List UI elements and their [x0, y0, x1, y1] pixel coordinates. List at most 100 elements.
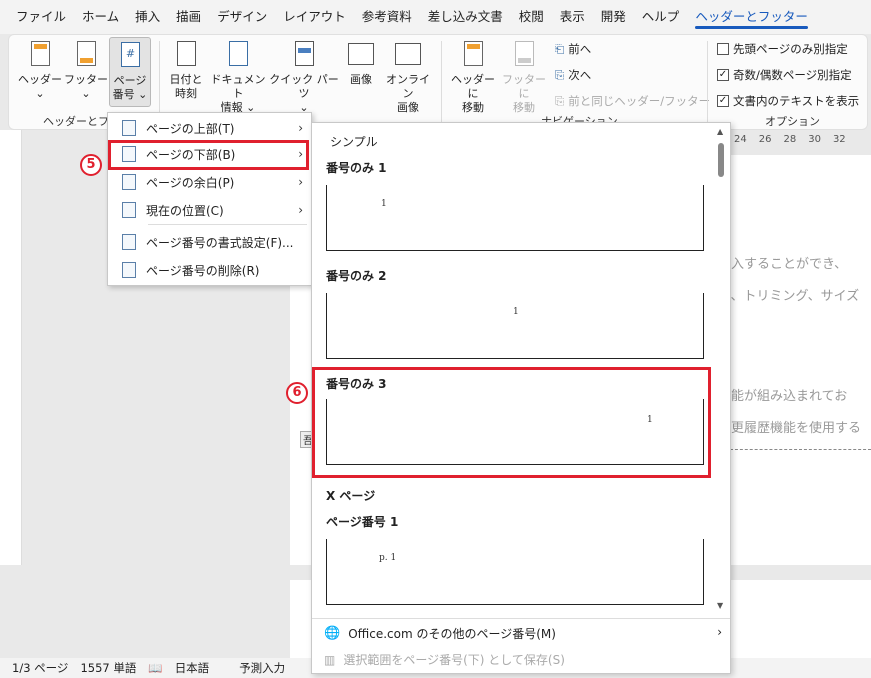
sample-number: 1: [381, 199, 387, 209]
goto-header-label-2: 移動: [462, 101, 484, 114]
doc-line: り、トリミング、サイズ: [718, 289, 860, 304]
goto-footer-icon: [509, 39, 539, 69]
goto-header-button[interactable]: ヘッダーに 移動: [447, 39, 499, 115]
menu-tab[interactable]: 参考資料: [354, 0, 420, 34]
chevron-right-icon: ›: [298, 203, 303, 217]
page-number-icon: #: [115, 40, 145, 70]
checkbox-show-text[interactable]: ✓: [717, 95, 729, 107]
menu-tab[interactable]: 差し込み文書: [420, 0, 511, 34]
page-icon: [122, 120, 136, 136]
date-time-button[interactable]: 日付と 時刻: [165, 39, 207, 101]
ruler-number: 24: [734, 134, 747, 145]
online-image-icon: [393, 39, 423, 69]
link-prev-label: 前と同じヘッダー/フッター: [568, 94, 711, 108]
menu-tab[interactable]: レイアウト: [275, 0, 354, 34]
save-selection-item[interactable]: ▥ 選択範囲をページ番号(下) として保存(S): [324, 651, 565, 668]
gallery-scrollbar[interactable]: ▲ ▼: [713, 123, 730, 615]
goto-header-icon: [458, 39, 488, 69]
option-show-text[interactable]: ✓ 文書内のテキストを表示: [717, 93, 859, 109]
document-info-button[interactable]: ドキュメント 情報 ⌄: [207, 39, 269, 115]
chevron-right-icon: ›: [298, 175, 303, 189]
header-label: ヘッダー: [18, 73, 62, 86]
book-icon: 📖: [148, 661, 163, 675]
menu-item-label: ページの余白(P): [146, 175, 235, 190]
status-predict[interactable]: 予測入力: [239, 660, 285, 676]
page-number-label-1: ページ: [113, 74, 147, 87]
ruler-number: 30: [808, 134, 821, 145]
menu-item-label: ページ番号の書式設定(F)...: [146, 235, 294, 250]
gallery-item-title: ページ番号 1: [326, 515, 399, 529]
next-label: 次へ: [568, 68, 592, 82]
menu-tab[interactable]: デザイン: [209, 0, 275, 34]
page-number-menu-item[interactable]: ページの上部(T) ›: [108, 115, 311, 141]
menu-item-label: ページの上部(T): [146, 121, 235, 136]
checkbox-odd-even[interactable]: ✓: [717, 69, 729, 81]
horizontal-ruler: 24 26 28 30 32: [730, 134, 871, 152]
page-number-menu-item[interactable]: ページの余白(P) ›: [108, 169, 311, 195]
calendar-clock-icon: [171, 39, 201, 69]
ruler-number: 26: [758, 134, 772, 145]
option-odd-even[interactable]: ✓ 奇数/偶数ページ別指定: [717, 67, 852, 83]
online-image-button[interactable]: オンライン 画像: [381, 39, 435, 115]
goto-footer-button[interactable]: フッターに 移動: [499, 39, 549, 115]
menu-tab[interactable]: ヘルプ: [634, 0, 688, 34]
gallery-item-title: 番号のみ 1: [326, 161, 387, 175]
step-badge-6: 6: [286, 382, 308, 404]
date-label-2: 時刻: [175, 87, 197, 100]
image-label: 画像: [350, 73, 372, 86]
more-page-numbers-item[interactable]: 🌐 Office.com のその他のページ番号(M): [324, 625, 556, 642]
scroll-up-icon[interactable]: ▲: [717, 127, 723, 136]
page-icon: [122, 202, 136, 218]
page-number-menu-item[interactable]: ページ番号の削除(R): [108, 257, 311, 283]
chevron-down-icon: ⌄: [81, 87, 91, 100]
gallery-footer: 🌐 Office.com のその他のページ番号(M) › ▥ 選択範囲をページ番…: [312, 618, 730, 674]
ribbon-separator: [441, 41, 442, 125]
menu-tab[interactable]: ヘッダーとフッター: [687, 0, 816, 34]
gallery-item-page-number-1[interactable]: p. 1: [326, 539, 704, 605]
menu-tab[interactable]: ホーム: [74, 0, 127, 34]
page-icon: [122, 234, 136, 250]
document-info-icon: [223, 39, 253, 69]
gallery-section-simple: シンプル: [330, 135, 378, 149]
gallery-item-plain-number-2[interactable]: 1: [326, 293, 704, 359]
scroll-thumb[interactable]: [718, 143, 724, 177]
globe-icon: 🌐: [324, 626, 341, 641]
footer-button[interactable]: フッター ⌄: [63, 39, 109, 101]
menu-tab[interactable]: 校閲: [511, 0, 552, 34]
header-button[interactable]: ヘッダー ⌄: [15, 39, 65, 101]
status-language[interactable]: 日本語: [175, 660, 210, 676]
page-number-button[interactable]: # ページ 番号 ⌄: [109, 37, 151, 107]
next-button[interactable]: ⎘ 次へ: [555, 67, 591, 83]
page-number-menu-item[interactable]: ページ番号の書式設定(F)...: [108, 229, 311, 255]
gallery-item-plain-number-1[interactable]: 1: [326, 185, 704, 251]
ruler-number: 28: [783, 134, 797, 145]
goto-footer-label-1: フッターに: [502, 73, 546, 100]
chevron-right-icon: ›: [298, 121, 303, 135]
option-first-page[interactable]: 先頭ページのみ別指定: [717, 41, 848, 57]
quick-parts-button[interactable]: クイック パーツ ⌄: [269, 39, 339, 115]
menu-tab[interactable]: 開発: [593, 0, 634, 34]
menu-tab[interactable]: 挿入: [127, 0, 168, 34]
image-icon: [346, 39, 376, 69]
sample-number: p. 1: [379, 553, 397, 563]
header-icon: [25, 39, 55, 69]
link-to-previous-button[interactable]: ⎘ 前と同じヘッダー/フッター: [555, 93, 710, 109]
scroll-down-icon[interactable]: ▼: [717, 601, 723, 610]
menu-tab[interactable]: 描画: [168, 0, 209, 34]
doc-line: 挿入することができ、: [718, 257, 848, 272]
checkbox-first-page[interactable]: [717, 43, 729, 55]
status-words[interactable]: 1557 単語: [80, 660, 136, 676]
doc-line: 機能が組み込まれてお: [718, 389, 848, 404]
menu-tab[interactable]: 表示: [552, 0, 593, 34]
menu-tab[interactable]: ファイル: [8, 0, 74, 34]
status-page[interactable]: 1/3 ページ: [12, 660, 68, 676]
option-first-page-label: 先頭ページのみ別指定: [733, 42, 848, 56]
highlight-box-bottom-of-page: [108, 140, 309, 170]
page-number-menu-item[interactable]: 現在の位置(C) ›: [108, 197, 311, 223]
quickparts-label: クイック パーツ: [269, 73, 339, 100]
previous-button[interactable]: ⎗ 前へ: [555, 41, 591, 57]
gallery-item-title: 番号のみ 2: [326, 269, 387, 283]
image-button[interactable]: 画像: [341, 39, 381, 87]
ruler-number: 32: [832, 134, 846, 145]
page-icon: [122, 262, 136, 278]
